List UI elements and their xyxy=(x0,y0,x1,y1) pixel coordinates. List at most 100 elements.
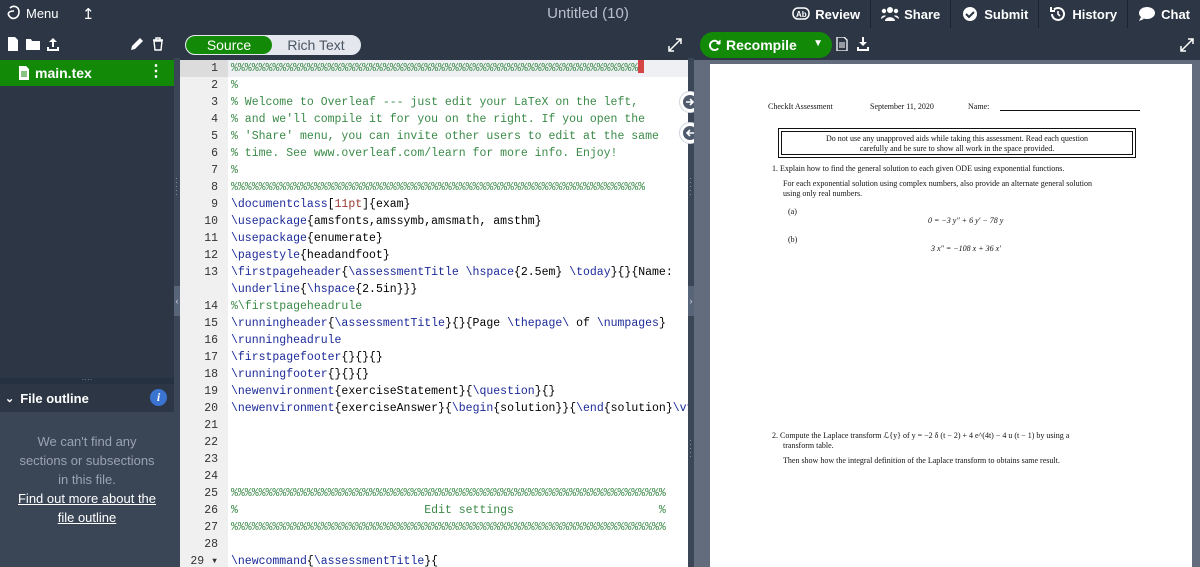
line-number: 22 xyxy=(204,436,218,449)
code-line[interactable]: 12 \pagestyle{headandfoot} xyxy=(180,247,688,264)
code-editor[interactable]: 1%%%%%%%%%%%%%%%%%%%%%%%%%%%%%%%%%%%%%%%… xyxy=(180,60,688,567)
code-line[interactable]: 1%%%%%%%%%%%%%%%%%%%%%%%%%%%%%%%%%%%%%%%… xyxy=(180,60,688,77)
recompile-label: Recompile xyxy=(726,37,797,53)
line-number: 21 xyxy=(204,419,218,432)
editor-toolbar: Source Rich Text xyxy=(180,28,688,62)
code-line[interactable]: 21 xyxy=(180,417,688,434)
project-title[interactable]: Untitled (10) xyxy=(547,5,629,22)
submit-button[interactable]: Submit xyxy=(950,0,1038,28)
pdf-question-1-sub: using only real numbers. xyxy=(783,189,863,198)
menu-button[interactable]: Menu xyxy=(6,5,59,21)
line-number: 26 xyxy=(204,504,218,517)
pdf-question-2-sub: Then show how the integral definition of… xyxy=(783,456,1060,465)
recompile-button[interactable]: Recompile ▼ xyxy=(700,32,832,58)
code-line[interactable]: 6 % time. See www.overleaf.com/learn for … xyxy=(180,145,688,162)
share-icon xyxy=(881,7,900,21)
code-line[interactable]: 17 \firstpagefooter{}{}{} xyxy=(180,349,688,366)
code-line[interactable]: 4 % and we'll compile it for you on the r… xyxy=(180,111,688,128)
rename-pencil-icon[interactable] xyxy=(130,37,144,51)
line-number: 6 xyxy=(211,147,218,160)
delete-trash-icon[interactable] xyxy=(151,37,165,51)
submit-icon xyxy=(963,7,978,21)
chat-button[interactable]: Chat xyxy=(1127,0,1200,28)
code-line[interactable]: 9 \documentclass[11pt]{exam} xyxy=(180,196,688,213)
file-name: main.tex xyxy=(35,65,92,81)
expand-preview-icon[interactable] xyxy=(1180,38,1194,52)
history-icon xyxy=(1050,6,1066,21)
code-line[interactable]: 5 % 'Share' menu, you can invite other us… xyxy=(180,128,688,145)
review-icon: Ab xyxy=(792,7,811,20)
line-text: % Welcome to Overleaf --- just edit your… xyxy=(231,96,639,109)
code-line[interactable]: 7% xyxy=(180,162,688,179)
code-line[interactable]: 3 % Welcome to Overleaf --- just edit you… xyxy=(180,94,688,111)
info-icon[interactable]: i xyxy=(150,389,167,406)
line-text: \firstpageheader{\assessmentTitle \hspac… xyxy=(231,266,673,279)
chat-icon xyxy=(1139,7,1156,21)
new-folder-icon[interactable] xyxy=(26,37,40,51)
code-line[interactable]: 22 xyxy=(180,434,688,451)
code-line[interactable]: 19 \newenvironment{exerciseStatement}{\qu… xyxy=(180,383,688,400)
outline-resize-handle[interactable]: ···· xyxy=(0,376,174,384)
code-line[interactable]: 26 % Edit settings % xyxy=(180,502,688,519)
pdf-question-1-title: 1. Explain how to find the general solut… xyxy=(772,164,1065,173)
code-line[interactable]: 15 \runningheader{\assessmentTitle}{}{Pag… xyxy=(180,315,688,332)
back-to-projects-icon[interactable]: ↥ xyxy=(82,5,95,23)
code-line[interactable]: 25%%%%%%%%%%%%%%%%%%%%%%%%%%%%%%%%%%%%%%… xyxy=(180,485,688,502)
review-button[interactable]: Ab Review xyxy=(782,0,870,28)
overleaf-logo-icon xyxy=(7,5,20,20)
code-line[interactable]: 13 \firstpageheader{\assessmentTitle \hsp… xyxy=(180,264,688,281)
pdf-header-name: Name: xyxy=(968,102,990,111)
line-text: % xyxy=(231,164,238,177)
rich-text-mode-button[interactable]: Rich Text xyxy=(272,36,360,54)
code-line[interactable]: 8%%%%%%%%%%%%%%%%%%%%%%%%%%%%%%%%%%%%%%%… xyxy=(180,179,688,196)
pdf-header-date: September 11, 2020 xyxy=(870,102,934,111)
line-number: 28 xyxy=(204,538,218,551)
logs-icon[interactable] xyxy=(836,37,848,51)
outline-help-link[interactable]: Find out more about the file outline xyxy=(0,489,174,527)
line-number: 11 xyxy=(204,232,218,245)
upload-icon[interactable] xyxy=(46,37,60,51)
chat-label: Chat xyxy=(1161,6,1190,22)
line-number: 23 xyxy=(204,453,218,466)
pdf-preview[interactable]: CheckIt Assessment September 11, 2020 Na… xyxy=(694,60,1200,567)
code-line[interactable]: 28 xyxy=(180,536,688,553)
source-mode-button[interactable]: Source xyxy=(186,36,272,54)
file-outline-header[interactable]: ⌄ File outline i xyxy=(0,386,174,410)
expand-editor-icon[interactable] xyxy=(668,38,682,52)
code-line[interactable]: 18 \runningfooter{}{}{} xyxy=(180,366,688,383)
code-line[interactable]: 29 ▾ \newcommand{\assessmentTitle}{ xyxy=(180,553,688,567)
download-pdf-icon[interactable] xyxy=(856,37,870,51)
outline-help-link-line[interactable]: Find out more about the xyxy=(18,491,156,506)
file-menu-kebab-icon[interactable]: ⋮ xyxy=(148,64,164,80)
outline-help-link-line[interactable]: file outline xyxy=(58,510,117,525)
code-line[interactable]: 2% xyxy=(180,77,688,94)
line-number: 17 xyxy=(204,351,218,364)
file-item-main-tex[interactable]: main.tex ⋮ xyxy=(0,60,174,86)
code-line[interactable]: 14 %\firstpageheadrule xyxy=(180,298,688,315)
code-line[interactable]: 10 \usepackage{amsfonts,amssymb,amsmath, … xyxy=(180,213,688,230)
pdf-instructions-line: carefully and be sure to show all work i… xyxy=(859,144,1055,153)
code-line[interactable]: \underline{\hspace{2.5in}}} xyxy=(180,281,688,298)
line-text: % time. See www.overleaf.com/learn for m… xyxy=(231,147,618,160)
history-button[interactable]: History xyxy=(1038,0,1127,28)
history-label: History xyxy=(1072,6,1118,22)
editor-mode-toggle[interactable]: Source Rich Text xyxy=(185,35,361,55)
line-number: 10 xyxy=(204,215,218,228)
pdf-name-underline xyxy=(1000,110,1140,111)
share-button[interactable]: Share xyxy=(870,0,950,28)
code-line[interactable]: 20 \newenvironment{exerciseAnswer}{\begin… xyxy=(180,400,688,417)
line-text: \runningheadrule xyxy=(231,334,342,347)
line-number: 13 xyxy=(204,266,218,279)
pdf-header-title: CheckIt Assessment xyxy=(768,102,833,111)
new-file-icon[interactable] xyxy=(6,37,20,51)
pdf-instructions-line: Do not use any unapproved aids while tak… xyxy=(826,134,1088,143)
code-line[interactable]: 24 xyxy=(180,468,688,485)
recompile-options-caret-icon[interactable]: ▼ xyxy=(813,38,823,49)
code-line[interactable]: 27%%%%%%%%%%%%%%%%%%%%%%%%%%%%%%%%%%%%%%… xyxy=(180,519,688,536)
line-number: 18 xyxy=(204,368,218,381)
code-line[interactable]: 16 \runningheadrule xyxy=(180,332,688,349)
code-line[interactable]: 23 xyxy=(180,451,688,468)
code-line[interactable]: 11 \usepackage{enumerate} xyxy=(180,230,688,247)
line-text: \usepackage{enumerate} xyxy=(231,232,383,245)
menu-label: Menu xyxy=(26,5,59,21)
